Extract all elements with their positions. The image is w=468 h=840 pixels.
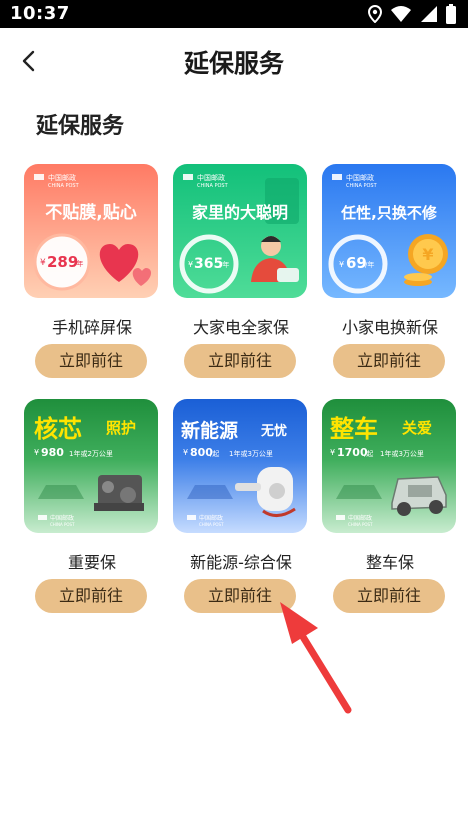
product-item: 中国邮政 CHINA POST 不贴膜,贴心 ¥ 289 /年 手机碎屏保 立即…	[24, 164, 160, 378]
svg-text:¥: ¥	[188, 260, 193, 269]
svg-text:中国邮政: 中国邮政	[199, 514, 223, 522]
section-title: 延保服务	[36, 114, 125, 139]
nav-bar: 延保服务	[0, 28, 468, 94]
product-banner[interactable]: 核芯 照护 ¥ 980 1年或2万公里 中国邮政 CHINA POST	[24, 399, 158, 533]
banner-slogan: 任性,只换不修	[340, 204, 438, 222]
svg-text:CHINA POST: CHINA POST	[50, 522, 75, 527]
product-item: 整车 关爱 ¥ 1700 /起 1年或3万公里 中国邮政 CHINA POST	[322, 399, 458, 613]
svg-text:/起: /起	[364, 450, 373, 458]
svg-text:CHINA POST: CHINA POST	[346, 183, 378, 189]
svg-text:1年或3万公里: 1年或3万公里	[229, 449, 273, 458]
svg-text:CHINA POST: CHINA POST	[199, 522, 224, 527]
svg-text:/年: /年	[220, 260, 229, 269]
signal-icon	[421, 6, 437, 22]
battery-icon	[446, 4, 456, 24]
product-banner[interactable]: 整车 关爱 ¥ 1700 /起 1年或3万公里 中国邮政 CHINA POST	[322, 399, 456, 533]
status-time: 10:37	[10, 3, 70, 24]
svg-text:¥: ¥	[330, 448, 335, 457]
svg-text:¥: ¥	[40, 258, 46, 268]
go-button[interactable]: 立即前往	[35, 344, 147, 378]
svg-text:1年或2万公里: 1年或2万公里	[69, 449, 113, 458]
svg-text:CHINA POST: CHINA POST	[197, 183, 229, 189]
product-item: 核芯 照护 ¥ 980 1年或2万公里 中国邮政 CHINA POST 重要保 …	[24, 399, 160, 613]
banner-subtitle: 无忧	[260, 423, 287, 439]
svg-text:中国邮政: 中国邮政	[48, 173, 76, 182]
go-button[interactable]: 立即前往	[184, 344, 296, 378]
svg-text:中国邮政: 中国邮政	[346, 173, 374, 182]
svg-text:中国邮政: 中国邮政	[50, 514, 74, 522]
product-banner[interactable]: 新能源 无忧 ¥ 800 /起 1年或3万公里 中国邮政 CHINA POST	[173, 399, 307, 533]
svg-text:/年: /年	[365, 260, 374, 269]
svg-text:CHINA POST: CHINA POST	[48, 183, 80, 189]
svg-text:365: 365	[194, 256, 223, 272]
svg-text:CHINA POST: CHINA POST	[348, 522, 373, 527]
banner-subtitle: 照护	[106, 419, 136, 437]
svg-text:中国邮政: 中国邮政	[197, 173, 225, 182]
banner-slogan: 家里的大聪明	[192, 203, 288, 222]
banner-title: 新能源	[181, 419, 238, 442]
wifi-icon	[391, 6, 411, 22]
product-item: 新能源 无忧 ¥ 800 /起 1年或3万公里 中国邮政 CHINA POST	[173, 399, 309, 613]
product-banner[interactable]: 中国邮政 CHINA POST 不贴膜,贴心 ¥ 289 /年	[24, 164, 158, 298]
product-banner[interactable]: 中国邮政 CHINA POST 任性,只换不修 ¥ 69 /年 ¥	[322, 164, 456, 298]
product-item: 中国邮政 CHINA POST 家里的大聪明 ¥ 365 /年 大家电全家保 立…	[173, 164, 309, 378]
svg-text:/起: /起	[210, 450, 219, 458]
annotation-arrow-icon	[280, 602, 352, 714]
go-button[interactable]: 立即前往	[35, 579, 147, 613]
location-icon	[368, 5, 382, 23]
banner-subtitle: 关爱	[402, 419, 432, 437]
engine-illustration	[94, 475, 144, 511]
svg-text:¥: ¥	[339, 260, 344, 269]
page-title: 延保服务	[183, 49, 284, 78]
banner-title: 核芯	[34, 415, 82, 443]
svg-text:¥: ¥	[422, 245, 433, 264]
svg-text:69: 69	[346, 254, 367, 272]
product-label: 小家电换新保	[341, 318, 438, 337]
svg-text:1年或3万公里: 1年或3万公里	[380, 449, 424, 458]
product-label: 整车保	[365, 553, 414, 572]
svg-text:/年: /年	[74, 259, 83, 268]
svg-text:中国邮政: 中国邮政	[348, 514, 372, 522]
product-banner[interactable]: 中国邮政 CHINA POST 家里的大聪明 ¥ 365 /年	[173, 164, 307, 298]
banner-title: 整车	[330, 415, 378, 443]
svg-text:¥: ¥	[183, 448, 188, 457]
go-button[interactable]: 立即前往	[333, 344, 445, 378]
status-bar: 10:37	[0, 0, 468, 28]
product-item: 中国邮政 CHINA POST 任性,只换不修 ¥ 69 /年 ¥ 小家电换新保…	[322, 164, 458, 378]
status-icons	[368, 4, 456, 24]
svg-text:¥: ¥	[34, 448, 39, 457]
banner-slogan: 不贴膜,贴心	[45, 202, 136, 223]
svg-text:980: 980	[41, 446, 64, 459]
